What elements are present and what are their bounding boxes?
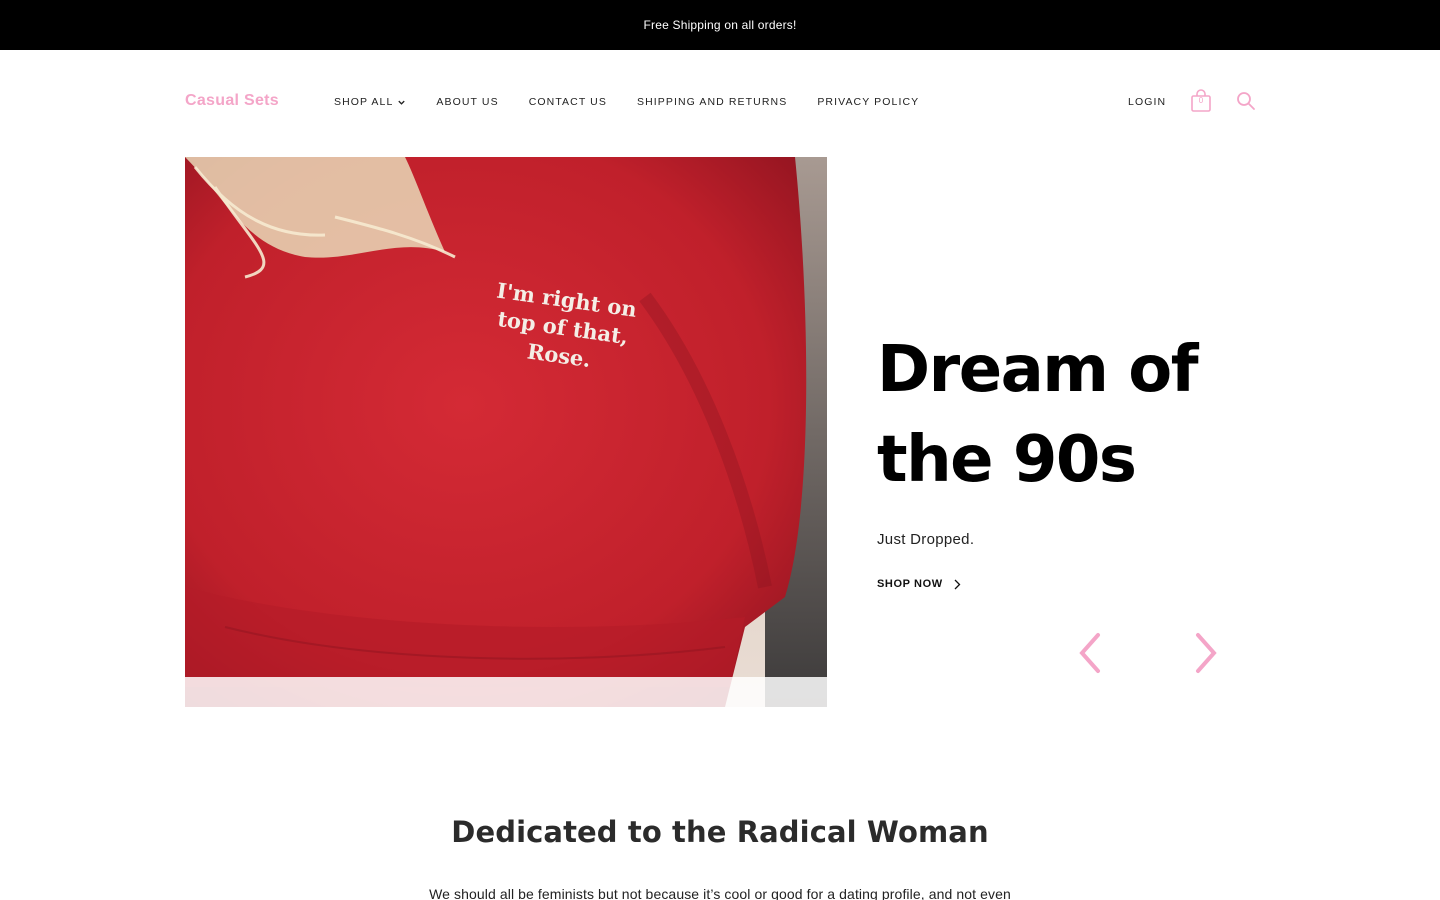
site-logo[interactable]: Casual Sets xyxy=(185,92,279,110)
nav-item-about-us[interactable]: ABOUT US xyxy=(436,96,498,108)
nav-item-label: SHOP ALL xyxy=(334,96,394,108)
hero-title-line: the 90s xyxy=(877,423,1137,497)
hero-title: Dream of the 90s xyxy=(877,325,1257,505)
login-link[interactable]: LOGIN xyxy=(1128,96,1166,108)
section-body-text: We should all be feminists but not becau… xyxy=(429,886,1011,900)
nav-item-label: SHIPPING AND RETURNS xyxy=(636,96,788,108)
search-icon xyxy=(1237,92,1255,110)
main-nav: SHOP ALL ABOUT US CONTACT US SHIPPING AN… xyxy=(334,96,949,108)
nav-item-contact-us[interactable]: CONTACT US xyxy=(529,96,607,108)
hero-text-block: Dream of the 90s Just Dropped. SHOP NOW xyxy=(877,325,1257,592)
cart-button[interactable]: 0 xyxy=(1190,89,1212,113)
search-button[interactable] xyxy=(1236,91,1256,111)
site-header: Casual Sets SHOP ALL ABOUT US CONTACT US… xyxy=(0,50,1440,157)
chevron-right-icon xyxy=(954,579,961,589)
nav-item-shop-all[interactable]: SHOP ALL xyxy=(334,96,406,108)
chevron-right-icon xyxy=(1196,633,1217,673)
nav-item-privacy-policy[interactable]: PRIVACY POLICY xyxy=(817,96,919,108)
shop-now-label: SHOP NOW xyxy=(877,578,943,590)
slider-next-button[interactable] xyxy=(1190,630,1220,676)
hero-image[interactable]: I'm right on top of that, Rose. xyxy=(185,157,827,707)
hero-title-line: Dream of xyxy=(877,333,1199,407)
announcement-text: Free Shipping on all orders! xyxy=(643,18,797,32)
shop-now-button[interactable]: SHOP NOW xyxy=(877,578,961,590)
nav-item-shipping-returns[interactable]: SHIPPING AND RETURNS xyxy=(637,96,787,108)
sweatshirt-photo: I'm right on top of that, Rose. xyxy=(185,157,827,707)
chevron-left-icon xyxy=(1079,633,1100,673)
nav-item-label: PRIVACY POLICY xyxy=(817,96,920,108)
nav-item-label: CONTACT US xyxy=(528,96,607,108)
slider-prev-button[interactable] xyxy=(1076,630,1106,676)
hero-subtitle: Just Dropped. xyxy=(877,531,975,548)
cart-count: 0 xyxy=(1198,96,1204,105)
section-title: Dedicated to the Radical Woman xyxy=(451,815,989,849)
chevron-down-icon xyxy=(398,100,406,105)
nav-item-label: ABOUT US xyxy=(436,96,499,108)
announcement-bar: Free Shipping on all orders! xyxy=(0,0,1440,50)
